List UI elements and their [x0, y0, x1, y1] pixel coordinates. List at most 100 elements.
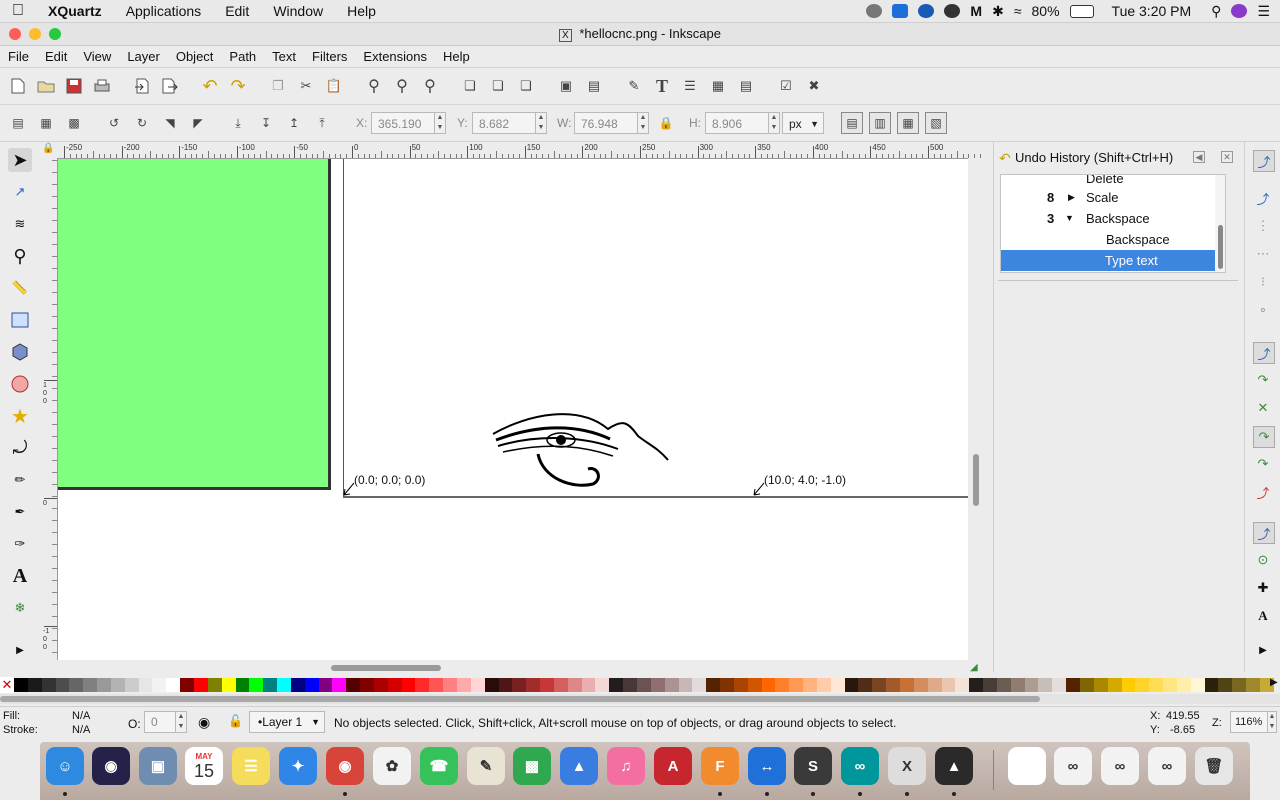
snap-rotation-center-icon[interactable]: ✚	[1253, 578, 1273, 598]
spotlight-icon[interactable]: ⚲	[1211, 3, 1221, 20]
history-row-type-text[interactable]: Type text	[1001, 250, 1223, 271]
wifi-icon[interactable]: ≈	[1014, 3, 1022, 19]
menu-edit[interactable]: Edit	[37, 49, 75, 64]
zoom-corner-icon[interactable]: ◢	[970, 662, 982, 674]
palette-swatch[interactable]	[747, 678, 762, 692]
palette-swatch[interactable]	[623, 678, 637, 692]
palette-swatch[interactable]	[110, 678, 125, 692]
apple-icon[interactable]: 	[0, 2, 36, 20]
palette-swatch[interactable]	[1135, 678, 1150, 692]
zoom-selection-icon[interactable]: ⚲	[364, 76, 384, 96]
zoom-drawing-icon[interactable]: ⚲	[392, 76, 412, 96]
zoom-page-icon[interactable]: ⚲	[420, 76, 440, 96]
panel-close-icon[interactable]: ✕	[1221, 151, 1233, 163]
palette-swatch[interactable]	[221, 678, 236, 692]
palette-swatch[interactable]	[124, 678, 139, 692]
sublime-icon[interactable]: S	[794, 747, 832, 785]
paste-icon[interactable]: 📋	[324, 76, 344, 96]
clock[interactable]: Tue 3:20 PM	[1112, 3, 1192, 19]
palette-swatch[interactable]	[457, 678, 471, 692]
bluetooth-icon[interactable]: ✱	[992, 3, 1004, 20]
eye-visibility-icon[interactable]: ◉	[198, 714, 210, 731]
flip-vertical-icon[interactable]: ◤	[188, 113, 208, 133]
menu-layer[interactable]: Layer	[119, 49, 168, 64]
palette-swatch[interactable]	[913, 678, 928, 692]
palette-scrollbar[interactable]	[0, 694, 1280, 704]
minimize-window-button[interactable]	[29, 28, 41, 40]
palette-swatch[interactable]	[706, 678, 721, 692]
arduino-doc-icon[interactable]: ∞	[1054, 747, 1092, 785]
stroke-value[interactable]: N/A	[72, 724, 90, 736]
palette-swatch[interactable]	[512, 678, 527, 692]
opacity-stepper[interactable]: ▲ ▼	[175, 711, 187, 733]
snap-bbox-icon[interactable]: ⤴	[1253, 188, 1273, 208]
palette-swatch[interactable]	[346, 678, 361, 692]
palette-swatch[interactable]	[470, 678, 485, 692]
palette-swatch[interactable]	[429, 678, 444, 692]
h-stepper[interactable]: ▲ ▼	[768, 112, 780, 134]
palette-swatch[interactable]	[872, 678, 887, 692]
palette-swatch[interactable]	[1052, 678, 1067, 692]
raise-icon[interactable]: ↥	[284, 113, 304, 133]
snap-enable-icon[interactable]: ⤴	[1253, 150, 1275, 172]
palette-swatch[interactable]	[858, 678, 873, 692]
palette-swatch[interactable]	[304, 678, 319, 692]
palette-swatch[interactable]	[983, 678, 997, 692]
measure-tool-icon[interactable]: 📏	[8, 276, 32, 300]
unit-select[interactable]: px ▼	[782, 112, 824, 134]
palette-swatch[interactable]	[152, 678, 167, 692]
snap-path-icon[interactable]: ↷	[1253, 370, 1273, 390]
palette-swatch[interactable]	[761, 678, 776, 692]
palette-swatch[interactable]	[97, 678, 111, 692]
gmail-status-icon[interactable]: M	[970, 3, 982, 19]
palette-swatch[interactable]	[900, 678, 914, 692]
palette-swatch[interactable]	[927, 678, 942, 692]
group-icon[interactable]: ▣	[556, 76, 576, 96]
keynote-icon[interactable]: ▲	[560, 747, 598, 785]
palette-swatch[interactable]	[318, 678, 333, 692]
layer-lock-icon[interactable]: 🔓	[228, 714, 243, 728]
lower-icon[interactable]: ↧	[256, 113, 276, 133]
battery-icon[interactable]	[1069, 4, 1094, 18]
snap-center-icon[interactable]: ⊙	[1253, 550, 1273, 570]
palette-swatch[interactable]	[1246, 678, 1260, 692]
menu-window[interactable]: Window	[261, 3, 335, 19]
itunes-icon[interactable]: ♫	[607, 747, 645, 785]
palette-swatch[interactable]	[526, 678, 541, 692]
palette-swatch[interactable]	[290, 678, 305, 692]
drawing-canvas[interactable]: (0.0; 0.0; 0.0) (10.0; 4.0; -1.0)	[58, 159, 968, 660]
zoom-field[interactable]: 116%	[1230, 711, 1268, 733]
palette-swatch[interactable]	[609, 678, 624, 692]
palette-swatch[interactable]	[387, 678, 402, 692]
palette-swatch[interactable]	[415, 678, 430, 692]
history-row-backspace[interactable]: 3 ▼ Backspace	[1001, 208, 1225, 229]
save-icon[interactable]	[64, 76, 84, 96]
palette-swatch[interactable]	[595, 678, 610, 692]
notes-icon[interactable]: ☰	[232, 747, 270, 785]
palette-swatch[interactable]	[138, 678, 153, 692]
select-all-icon[interactable]: ▤	[8, 113, 28, 133]
menu-file[interactable]: File	[0, 49, 37, 64]
finder-icon[interactable]: ☺	[46, 747, 84, 785]
ruler-lock-icon[interactable]: 🔒	[42, 143, 56, 157]
palette-swatch[interactable]	[650, 678, 665, 692]
arduino-doc3-icon[interactable]: ∞	[1148, 747, 1186, 785]
calligraphy-tool-icon[interactable]: ✑	[8, 532, 32, 556]
y-field[interactable]: 8.682	[472, 112, 536, 134]
no-paint-swatch[interactable]: ✕	[0, 677, 14, 693]
expand-toolbox-icon[interactable]: ▶	[8, 638, 32, 662]
palette-swatch[interactable]	[775, 678, 790, 692]
creative-cloud-icon[interactable]	[866, 4, 883, 18]
menu-view[interactable]: View	[75, 49, 119, 64]
snap-smooth-icon[interactable]: ↷	[1253, 454, 1273, 474]
menu-help[interactable]: Help	[435, 49, 478, 64]
inkscape-icon[interactable]: ▲	[935, 747, 973, 785]
palette-swatch[interactable]	[1079, 678, 1094, 692]
palette-swatch[interactable]	[277, 678, 291, 692]
star-tool-icon[interactable]: ★	[8, 404, 32, 428]
palette-swatch[interactable]	[69, 678, 84, 692]
palette-swatch[interactable]	[1163, 678, 1177, 692]
selector-tool-icon[interactable]: ➤	[8, 148, 32, 172]
export-icon[interactable]	[160, 76, 180, 96]
menu-text[interactable]: Text	[264, 49, 304, 64]
